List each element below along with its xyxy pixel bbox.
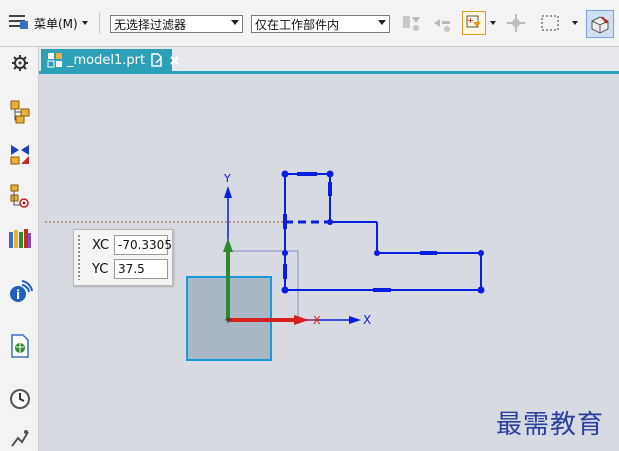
constraint-marks: [283, 172, 437, 292]
filter-select-value: 无选择过滤器: [114, 17, 187, 32]
menu-button[interactable]: 菜单(M): [8, 10, 88, 36]
menu-icon: [8, 12, 30, 35]
x-axis-label: X: [363, 313, 371, 327]
document-tab-strip: _model1.prt: [39, 47, 619, 74]
toolbar-separator: [99, 12, 100, 34]
coordinate-input-box: XC -70.3305 YC 37.5: [73, 229, 173, 286]
close-icon[interactable]: [169, 55, 180, 66]
yc-field[interactable]: 37.5: [114, 259, 168, 279]
chevron-down-icon[interactable]: [572, 21, 578, 25]
scope-select[interactable]: 仅在工作部件内: [251, 15, 390, 33]
edit-icon[interactable]: [151, 53, 163, 67]
assembly-navigator-icon[interactable]: [7, 99, 33, 125]
quick-pick-icon[interactable]: +: [462, 11, 486, 35]
watermark: 最需教育: [496, 410, 605, 440]
scope-select-value: 仅在工作部件内: [255, 17, 340, 32]
snap-icon[interactable]: [430, 11, 454, 35]
menu-label: 菜单(M): [34, 16, 78, 31]
x-handle-arrow: [294, 315, 309, 325]
resource-bar: i: [0, 47, 39, 451]
rectangle-select-icon[interactable]: [538, 11, 562, 35]
reuse-library-icon[interactable]: [7, 225, 33, 251]
yc-label: YC: [92, 261, 109, 277]
svg-text:i: i: [16, 288, 20, 302]
tab-label: _model1.prt: [67, 52, 146, 68]
select-filter-icon[interactable]: [400, 11, 424, 35]
move-icon[interactable]: [504, 11, 528, 35]
y-axis-label: Y: [223, 172, 231, 185]
drag-grip-icon[interactable]: [77, 234, 81, 280]
history-icon[interactable]: [7, 386, 33, 412]
svg-text:+: +: [467, 16, 474, 25]
xc-label: XC: [92, 237, 110, 253]
top-toolbar: 菜单(M) 无选择过滤器 仅在工作部件内 +: [0, 0, 619, 47]
view-orient-icon[interactable]: [586, 10, 614, 38]
part-file-icon: [47, 52, 63, 68]
filter-select[interactable]: 无选择过滤器: [110, 15, 243, 33]
y-axis-arrow: [224, 186, 232, 198]
x-handle-label: X: [313, 314, 321, 327]
chevron-down-icon[interactable]: [490, 21, 496, 25]
settings-icon[interactable]: [7, 50, 33, 76]
chevron-down-icon: [378, 20, 386, 25]
sketch-vertices: [281, 170, 485, 294]
info-icon[interactable]: i: [7, 279, 33, 305]
web-browser-icon[interactable]: [7, 333, 33, 359]
menu-dropdown-icon: [81, 21, 88, 25]
x-axis-arrow: [349, 316, 361, 324]
yc-row: YC 37.5: [92, 258, 168, 280]
sketch-profile: [284, 173, 482, 291]
xc-field[interactable]: -70.3305: [114, 235, 172, 255]
chevron-down-icon: [231, 20, 239, 25]
roles-icon[interactable]: [7, 425, 33, 451]
tab-model1[interactable]: _model1.prt: [41, 49, 179, 71]
xc-row: XC -70.3305: [92, 234, 172, 256]
y-handle-arrow: [223, 238, 233, 252]
constraint-navigator-icon[interactable]: [7, 141, 33, 167]
part-navigator-icon[interactable]: [7, 183, 33, 209]
